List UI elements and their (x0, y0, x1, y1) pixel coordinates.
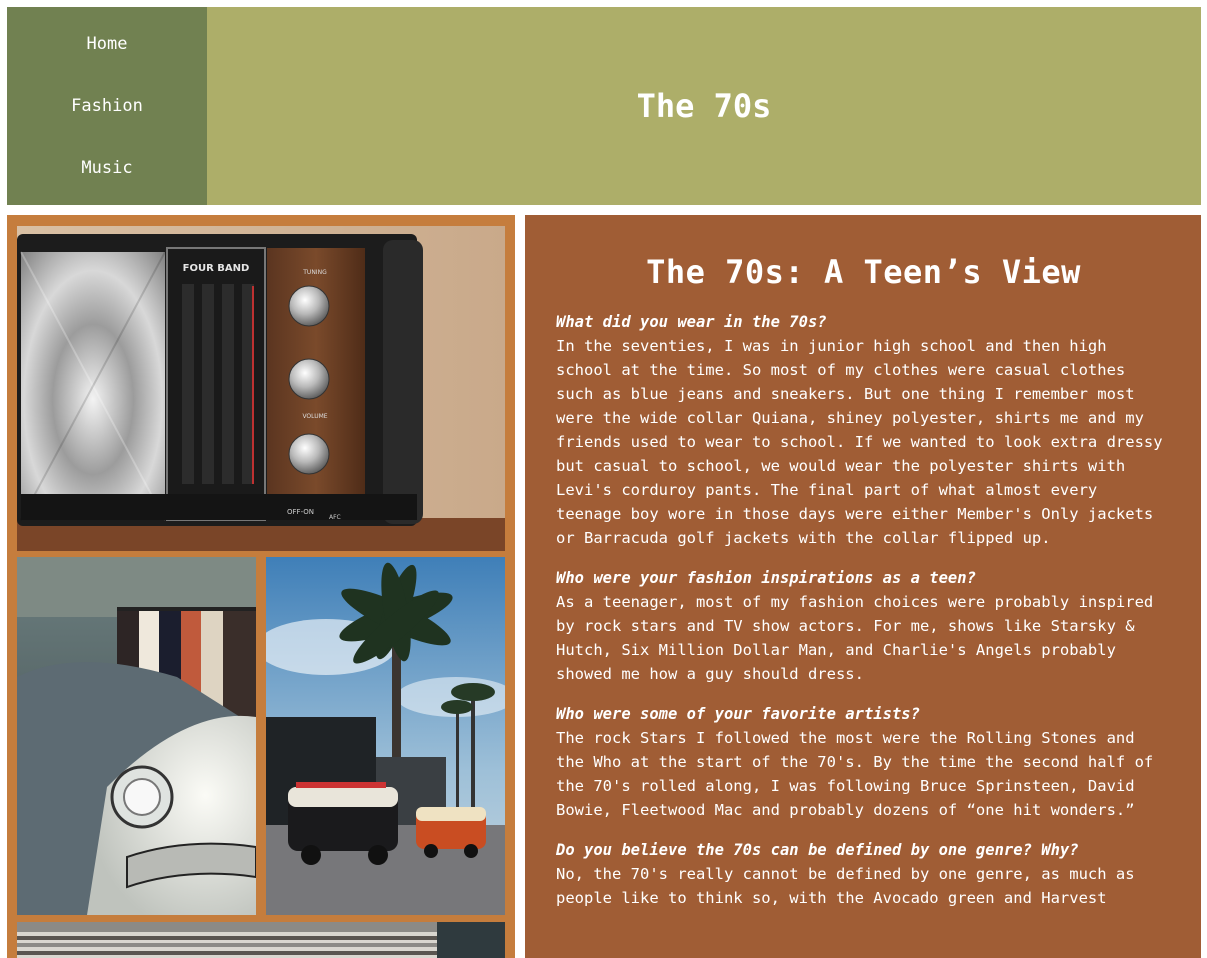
question-heading: Do you believe the 70s can be defined by… (556, 841, 1079, 859)
nav-home-link[interactable]: Home (87, 34, 128, 54)
article-title: The 70s: A Teen’s View (646, 253, 1081, 291)
radio-onoff-text: OFF-ON (287, 508, 314, 516)
question-heading: What did you wear in the 70s? (556, 313, 827, 331)
vintage-car-photo (17, 557, 256, 915)
question-heading: Who were your fashion inspirations as a … (556, 569, 976, 587)
qa-section: Who were some of your favorite artists? … (556, 702, 1171, 822)
radio-brand-text: FOUR BAND (183, 263, 250, 274)
nav-fashion-link[interactable]: Fashion (71, 96, 143, 116)
answer-text: In the seventies, I was in junior high s… (556, 337, 1163, 547)
page: Home Fashion Music The 70s FOUR BAND TUN… (0, 0, 1207, 958)
qa-section: Do you believe the 70s can be defined by… (556, 838, 1171, 910)
article-panel: The 70s: A Teen’s View What did you wear… (525, 215, 1201, 958)
records-photo (17, 922, 505, 958)
answer-text: No, the 70's really cannot be defined by… (556, 865, 1135, 907)
main-nav: Home Fashion Music (7, 7, 207, 205)
header: Home Fashion Music The 70s (7, 7, 1201, 205)
radio-volume-text: VOLUME (302, 413, 327, 420)
question-heading: Who were some of your favorite artists? (556, 705, 920, 723)
answer-text: The rock Stars I followed the most were … (556, 729, 1154, 819)
radio-photo: FOUR BAND TUNING VOLUME OFF-ON AFC (17, 226, 505, 551)
qa-section: What did you wear in the 70s? In the sev… (556, 310, 1171, 550)
photo-gallery: FOUR BAND TUNING VOLUME OFF-ON AFC (7, 215, 515, 958)
nav-music-link[interactable]: Music (81, 158, 132, 178)
site-title: The 70s (636, 87, 772, 125)
answer-text: As a teenager, most of my fashion choice… (556, 593, 1154, 683)
palm-tree-photo (266, 557, 505, 915)
radio-afc-text: AFC (329, 514, 341, 521)
radio-tuning-text: TUNING (302, 269, 327, 276)
qa-section: Who were your fashion inspirations as a … (556, 566, 1171, 686)
banner: The 70s (207, 7, 1201, 205)
